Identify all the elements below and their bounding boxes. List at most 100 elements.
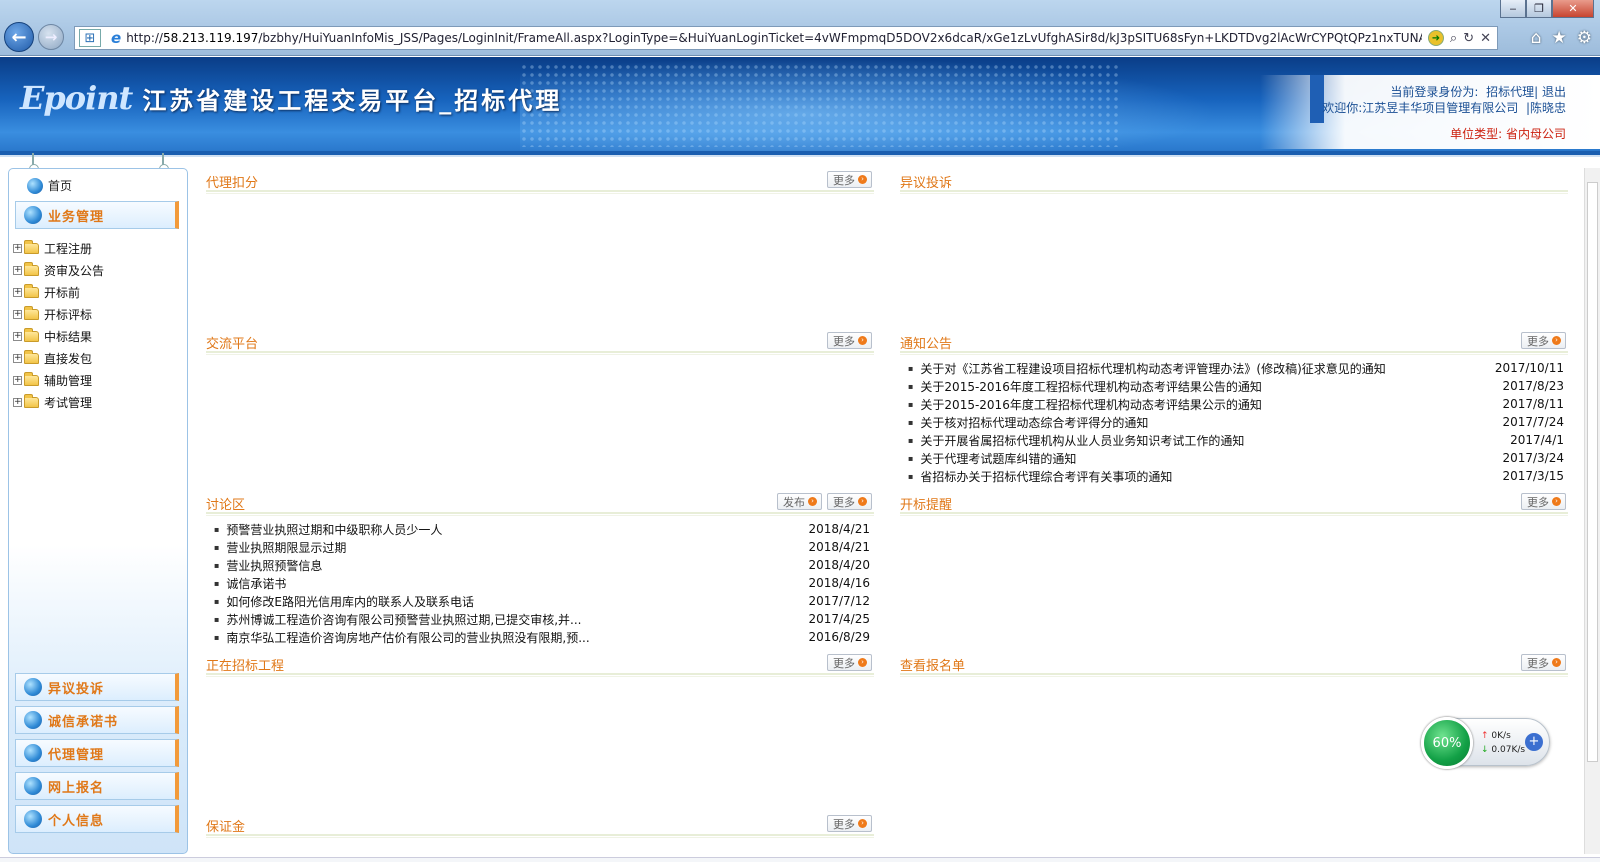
sidebar: 首页 业务管理 + 工程注册 + 资审及公告 + 开标前 + 开标评标 + 中标结果 + 直…	[8, 168, 188, 854]
panel-title: 开标提醒	[900, 498, 953, 513]
item-title[interactable]: 关于2015-2016年度工程招标代理机构动态考评结果公示的通知	[908, 396, 1261, 413]
arrow-right-icon: ›	[858, 819, 867, 828]
sidebar-integrity-pledge[interactable]: 诚信承诺书	[15, 706, 179, 734]
item-title[interactable]: 关于核对招标代理动态综合考评得分的通知	[908, 414, 1148, 431]
more-button[interactable]: 更多 ›	[827, 332, 872, 349]
list-item[interactable]: 关于对《江苏省工程建设项目招标代理机构动态考评管理办法》(修改稿)征求意见的通知…	[908, 359, 1568, 377]
list-item[interactable]: 关于核对招标代理动态综合考评得分的通知 2017/7/24	[908, 413, 1568, 431]
expand-icon[interactable]: +	[13, 331, 22, 341]
list-item[interactable]: 关于2015-2016年度工程招标代理机构动态考评结果公示的通知 2017/8/1…	[908, 395, 1568, 413]
memory-usage-ring[interactable]: 60%	[1421, 717, 1473, 769]
expand-icon[interactable]: +	[13, 353, 22, 363]
more-label: 更多	[1527, 334, 1549, 348]
tree-item-label: 考试管理	[44, 395, 93, 410]
item-title[interactable]: 苏州博诚工程造价咨询有限公司预警营业执照过期,已提交审核,并...	[214, 611, 581, 628]
refresh-icon[interactable]: ↻	[1463, 31, 1474, 46]
gear-icon[interactable]: ⚙	[1577, 28, 1592, 48]
addon-icon[interactable]: ➜	[1427, 30, 1444, 46]
item-title[interactable]: 省招标办关于招标代理综合考评有关事项的通知	[908, 468, 1172, 485]
item-title[interactable]: 关于代理考试题库纠错的通知	[908, 450, 1076, 467]
expand-icon[interactable]: +	[13, 375, 22, 385]
expand-icon[interactable]: +	[13, 309, 22, 319]
more-button[interactable]: 更多 ›	[827, 654, 872, 671]
network-speed-widget[interactable]: 60% 0K/s 0.07K/s +	[1421, 717, 1550, 769]
globe-icon	[24, 810, 42, 828]
list-item[interactable]: 预警营业执照过期和中级职称人员少一人 2018/4/21	[214, 520, 874, 538]
scrollbar-thumb[interactable]	[1587, 182, 1598, 762]
list-item[interactable]: 营业执照预警信息 2018/4/20	[214, 556, 874, 574]
expand-icon[interactable]: +	[13, 265, 22, 275]
tree-item-direct-contract[interactable]: + 直接发包	[13, 347, 183, 369]
publish-button[interactable]: 发布 ›	[777, 493, 822, 510]
item-title[interactable]: 预警营业执照过期和中级职称人员少一人	[214, 521, 442, 538]
item-title[interactable]: 诚信承诺书	[214, 575, 286, 592]
search-icon[interactable]: ⌕	[1450, 31, 1457, 46]
more-label: 更多	[833, 495, 855, 509]
list-item[interactable]: 诚信承诺书 2018/4/16	[214, 574, 874, 592]
sidebar-online-registration[interactable]: 网上报名	[15, 772, 179, 800]
more-button[interactable]: 更多 ›	[1521, 493, 1566, 510]
address-bar[interactable]: ⊞ e http://58.213.119.197/bzbhy/HuiYuanI…	[74, 26, 1498, 50]
item-date: 2018/4/20	[808, 558, 870, 572]
sidebar-personal-info[interactable]: 个人信息	[15, 805, 179, 833]
tree-item-auxiliary[interactable]: + 辅助管理	[13, 369, 183, 391]
item-title[interactable]: 营业执照期限显示过期	[214, 539, 346, 556]
item-title[interactable]: 关于开展省属招标代理机构从业人员业务知识考试工作的通知	[908, 432, 1244, 449]
list-item[interactable]: 关于开展省属招标代理机构从业人员业务知识考试工作的通知 2017/4/1	[908, 431, 1568, 449]
more-button[interactable]: 更多 ›	[1521, 654, 1566, 671]
compat-view-icon[interactable]: ⊞	[79, 29, 101, 47]
user-info-panel: 当前登录身份为: 招标代理| 退出 欢迎你:江苏昱丰华项目管理有限公司 |陈晓忠…	[1260, 75, 1600, 149]
list-item[interactable]: 如何修改E路阳光信用库内的联系人及联系电话 2017/7/12	[214, 592, 874, 610]
expand-icon[interactable]: +	[13, 287, 22, 297]
item-title[interactable]: 关于2015-2016年度工程招标代理机构动态考评结果公告的通知	[908, 378, 1261, 395]
forward-button[interactable]: →	[38, 24, 64, 50]
panel-title: 异议投诉	[900, 176, 953, 191]
sidebar-agency-management[interactable]: 代理管理	[15, 739, 179, 767]
status-strip	[0, 857, 1600, 862]
panel-bid-opening-reminder: 开标提醒 更多 ›	[900, 492, 1568, 650]
url-text[interactable]: http://58.213.119.197/bzbhy/HuiYuanInfoM…	[126, 31, 1422, 45]
item-title[interactable]: 关于对《江苏省工程建设项目招标代理机构动态考评管理办法》(修改稿)征求意见的通知	[908, 360, 1385, 377]
favorites-star-icon[interactable]: ★	[1552, 28, 1567, 48]
item-title[interactable]: 如何修改E路阳光信用库内的联系人及联系电话	[214, 593, 474, 610]
home-icon[interactable]: ⌂	[1531, 28, 1542, 48]
tree-item-exam[interactable]: + 考试管理	[13, 391, 183, 413]
sidebar-home[interactable]: 首页	[27, 177, 72, 194]
more-button[interactable]: 更多 ›	[827, 815, 872, 832]
back-button[interactable]: ←	[4, 22, 34, 52]
maximize-button[interactable]: ❐	[1526, 0, 1552, 18]
more-button[interactable]: 更多 ›	[827, 171, 872, 188]
tree-item-before-opening[interactable]: + 开标前	[13, 281, 183, 303]
list-item[interactable]: 苏州博诚工程造价咨询有限公司预警营业执照过期,已提交审核,并... 2017/4/…	[214, 610, 874, 628]
list-item[interactable]: 省招标办关于招标代理综合考评有关事项的通知 2017/3/15	[908, 467, 1568, 485]
expand-icon[interactable]: +	[13, 397, 22, 407]
arrow-right-icon: ›	[1552, 658, 1561, 667]
globe-icon	[24, 711, 42, 729]
boost-plus-icon[interactable]: +	[1525, 733, 1543, 751]
item-date: 2017/7/24	[1502, 415, 1564, 429]
sidebar-objection[interactable]: 异议投诉	[15, 673, 179, 701]
list-item[interactable]: 南京华弘工程造价咨询房地产估价有限公司的营业执照没有限期,预... 2016/8/…	[214, 628, 874, 646]
close-window-button[interactable]: ✕	[1552, 0, 1594, 18]
page-scrollbar[interactable]	[1584, 168, 1600, 854]
logout-link[interactable]: 退出	[1542, 85, 1566, 99]
globe-icon	[24, 678, 42, 696]
expand-icon[interactable]: +	[13, 243, 22, 253]
minimize-button[interactable]: ‒	[1500, 0, 1526, 18]
item-title[interactable]: 南京华弘工程造价咨询房地产估价有限公司的营业执照没有限期,预...	[214, 629, 589, 646]
list-item[interactable]: 关于2015-2016年度工程招标代理机构动态考评结果公告的通知 2017/8/2…	[908, 377, 1568, 395]
list-item[interactable]: 关于代理考试题库纠错的通知 2017/3/24	[908, 449, 1568, 467]
notice-list: 关于对《江苏省工程建设项目招标代理机构动态考评管理办法》(修改稿)征求意见的通知…	[900, 353, 1568, 485]
tree-item-qualification[interactable]: + 资审及公告	[13, 259, 183, 281]
unit-type-value: 省内母公司	[1505, 127, 1566, 141]
tree-item-award-result[interactable]: + 中标结果	[13, 325, 183, 347]
item-title[interactable]: 营业执照预警信息	[214, 557, 322, 574]
panel-title: 讨论区	[206, 498, 246, 513]
tree-item-bid-evaluation[interactable]: + 开标评标	[13, 303, 183, 325]
stop-icon[interactable]: ✕	[1480, 31, 1491, 46]
sidebar-business-management[interactable]: 业务管理	[15, 201, 179, 229]
more-button[interactable]: 更多 ›	[1521, 332, 1566, 349]
tree-item-project-registration[interactable]: + 工程注册	[13, 237, 183, 259]
list-item[interactable]: 营业执照期限显示过期 2018/4/21	[214, 538, 874, 556]
more-button[interactable]: 更多 ›	[827, 493, 872, 510]
